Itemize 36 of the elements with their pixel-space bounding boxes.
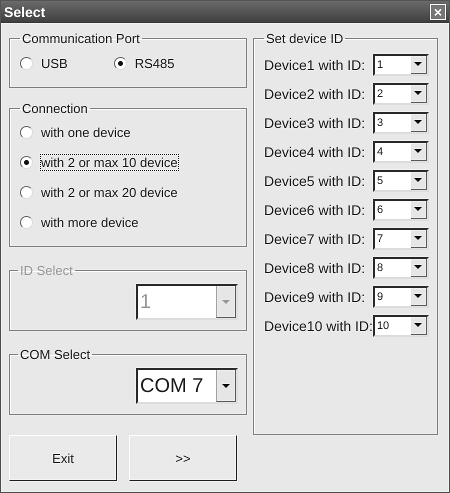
dropdown[interactable]: 3 [372,112,429,134]
group-title: Set device ID [265,31,344,46]
dropdown[interactable]: 4 [372,140,429,162]
group-title: Connection [21,101,89,116]
radio-option[interactable]: with 2 or max 20 device [20,178,236,208]
device-label: Device1 with ID: [264,56,366,72]
dropdown[interactable]: 10 [372,314,429,336]
device-label: Device2 with ID: [264,86,366,102]
group-title: ID Select [19,263,74,278]
device-label: Device4 with ID: [264,144,366,160]
device-label: Device8 with ID: [264,260,366,276]
device-label: Device7 with ID: [264,230,366,246]
dropdown[interactable]: 5 [372,170,429,192]
radio-option[interactable]: RS485 [114,56,174,71]
dropdown[interactable]: 2 [372,82,429,104]
dropdown[interactable]: 7 [372,228,429,250]
radio-option[interactable]: with one device [20,118,236,148]
device-label: Device6 with ID: [264,202,366,218]
close-button[interactable]: × [430,4,446,20]
dialog-button[interactable]: Exit [9,435,117,481]
device-label: Device9 with ID: [264,288,366,304]
dialog-button[interactable]: >> [129,435,237,481]
device-label: Device3 with ID: [264,114,366,130]
device-label: Device5 with ID: [264,172,366,188]
dropdown[interactable]: 9 [372,286,429,308]
dropdown[interactable]: 6 [372,198,429,220]
radio-option[interactable]: with 2 or max 10 device [20,148,236,178]
window-title: Select [4,4,46,20]
device-label: Device10 with ID: [264,318,373,334]
radio-option[interactable]: USB [20,56,68,71]
group-title: COM Select [19,347,92,362]
group-title: Communication Port [21,31,141,46]
dropdown[interactable]: 1 [372,54,429,76]
dropdown[interactable]: COM 7 [136,368,238,404]
dropdown[interactable]: 8 [372,256,429,278]
radio-option[interactable]: with more device [20,208,236,238]
